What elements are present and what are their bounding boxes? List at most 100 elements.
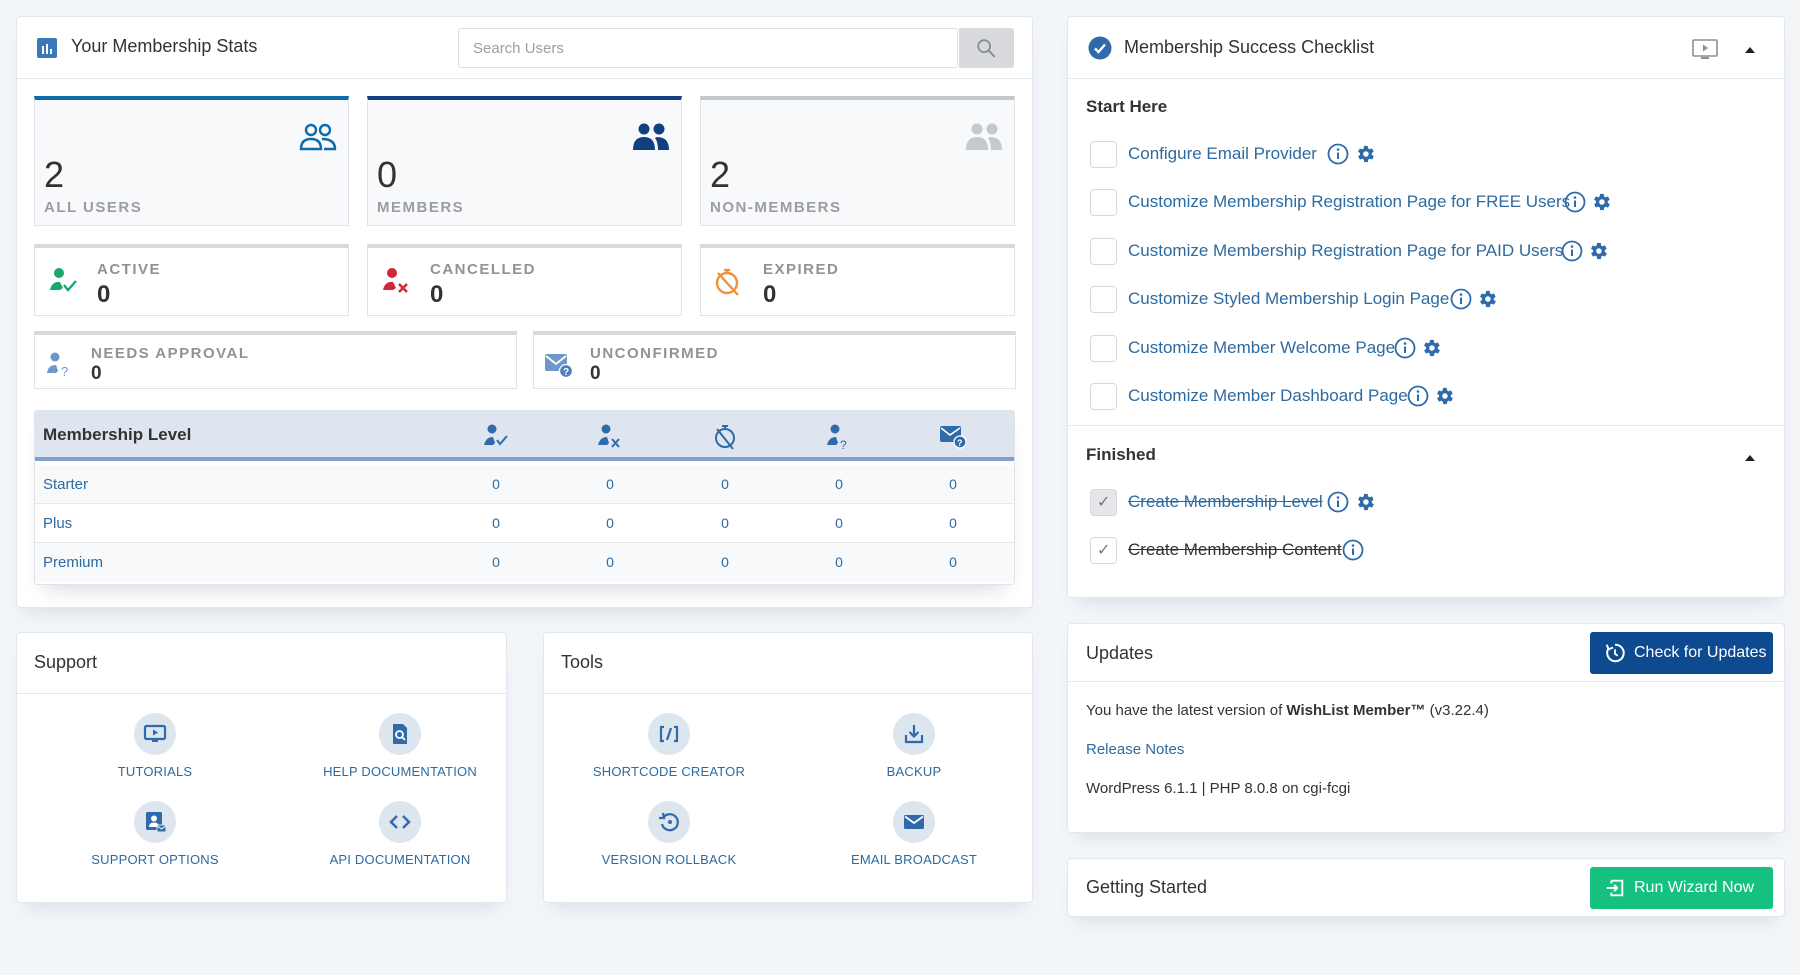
checklist-item-link[interactable]: Customize Member Welcome Page: [1128, 338, 1395, 358]
shortcode-creator-link[interactable]: SHORTCODE CREATOR: [549, 713, 789, 793]
finished-collapse-caret-icon[interactable]: [1744, 454, 1756, 462]
release-notes-link[interactable]: Release Notes: [1086, 741, 1184, 758]
needs-approval-count: 0: [91, 363, 102, 384]
level-name-link[interactable]: Starter: [43, 476, 88, 493]
support-options-link[interactable]: SUPPORT OPTIONS: [35, 801, 275, 881]
active-count: 0: [97, 281, 111, 308]
gear-icon[interactable]: [1433, 385, 1455, 407]
level-name-link[interactable]: Premium: [43, 554, 103, 571]
tools-title: Tools: [561, 652, 604, 672]
gear-icon[interactable]: [1587, 240, 1609, 262]
members-label: MEMBERS: [377, 199, 465, 216]
stopwatch-slash-icon: [715, 268, 739, 296]
expired-count-cell[interactable]: 0: [715, 515, 735, 531]
checklist-checkbox-checked[interactable]: ✓: [1090, 537, 1117, 564]
run-wizard-button[interactable]: Run Wizard Now: [1590, 867, 1773, 909]
help-documentation-link[interactable]: HELP DOCUMENTATION: [280, 713, 520, 793]
checklist-item-link[interactable]: Customize Member Dashboard Page: [1128, 386, 1408, 406]
needs-approval-count-cell[interactable]: 0: [829, 554, 849, 570]
info-icon[interactable]: [1407, 385, 1429, 407]
active-label: ACTIVE: [97, 261, 162, 278]
checklist-checkbox[interactable]: [1090, 189, 1117, 216]
svg-text:?: ?: [563, 367, 569, 378]
needs-approval-count-cell[interactable]: 0: [829, 515, 849, 531]
checklist-checkbox[interactable]: [1090, 383, 1117, 410]
checklist-checkbox-checked[interactable]: ✓: [1090, 489, 1117, 516]
api-documentation-link[interactable]: API DOCUMENTATION: [280, 801, 520, 881]
non-members-count: 2: [710, 154, 731, 195]
tools-header: Tools: [544, 633, 1032, 694]
checklist-item-link[interactable]: Configure Email Provider: [1128, 144, 1317, 164]
non-members-card[interactable]: 2 NON-MEMBERS: [700, 96, 1015, 226]
checklist-item-link[interactable]: Customize Styled Membership Login Page: [1128, 289, 1449, 309]
members-card[interactable]: 0 MEMBERS: [367, 96, 682, 226]
info-icon[interactable]: [1327, 491, 1349, 513]
info-icon[interactable]: [1327, 143, 1349, 165]
version-rollback-link[interactable]: VERSION ROLLBACK: [549, 801, 789, 881]
active-count-cell[interactable]: 0: [486, 515, 506, 531]
expired-count-cell[interactable]: 0: [715, 554, 735, 570]
unconfirmed-count-cell[interactable]: 0: [943, 554, 963, 570]
cancelled-count-cell[interactable]: 0: [600, 476, 620, 492]
checklist-title: Membership Success Checklist: [1124, 37, 1375, 57]
shortcode-creator-label: SHORTCODE CREATOR: [592, 764, 746, 779]
needs-approval-card[interactable]: ? NEEDS APPROVAL 0: [34, 331, 517, 389]
active-count-cell[interactable]: 0: [486, 476, 506, 492]
check-for-updates-button[interactable]: Check for Updates: [1590, 632, 1773, 674]
collapse-caret-icon[interactable]: [1744, 46, 1756, 54]
checklist-checkbox[interactable]: [1090, 141, 1117, 168]
checklist-item-link[interactable]: Customize Membership Registration Page f…: [1128, 241, 1563, 261]
code-brackets-icon: [389, 815, 411, 829]
user-x-icon: [598, 424, 620, 448]
checklist-item-link[interactable]: Create Membership Level: [1128, 492, 1323, 512]
membership-level-table: Membership Level ? ? Starter 0 0 0 0 0 P…: [34, 410, 1015, 585]
tutorials-link[interactable]: TUTORIALS: [35, 713, 275, 793]
unconfirmed-count-cell[interactable]: 0: [943, 476, 963, 492]
bar-chart-icon: [37, 38, 57, 58]
checklist-checkbox[interactable]: [1090, 286, 1117, 313]
svg-text:?: ?: [957, 438, 963, 448]
unconfirmed-card[interactable]: ? UNCONFIRMED 0: [533, 331, 1016, 389]
info-icon[interactable]: [1561, 240, 1583, 262]
gear-icon[interactable]: [1590, 191, 1612, 213]
cancelled-card[interactable]: CANCELLED 0: [367, 244, 682, 316]
search-users-input[interactable]: [458, 28, 958, 68]
gear-icon[interactable]: [1354, 491, 1376, 513]
active-count-cell[interactable]: 0: [486, 554, 506, 570]
backup-label: BACKUP: [886, 764, 942, 779]
expired-card[interactable]: EXPIRED 0: [700, 244, 1015, 316]
shortcode-icon: [659, 725, 679, 743]
support-header: Support: [17, 633, 506, 694]
email-broadcast-link[interactable]: EMAIL BROADCAST: [794, 801, 1034, 881]
unconfirmed-count-cell[interactable]: 0: [943, 515, 963, 531]
checklist-checkbox[interactable]: [1090, 335, 1117, 362]
all-users-card[interactable]: 2 ALL USERS: [34, 96, 349, 226]
info-icon[interactable]: [1564, 191, 1586, 213]
info-icon[interactable]: [1450, 288, 1472, 310]
check-circle-icon: [1088, 36, 1112, 60]
needs-approval-count-cell[interactable]: 0: [829, 476, 849, 492]
active-card[interactable]: ACTIVE 0: [34, 244, 349, 316]
info-icon[interactable]: [1394, 337, 1416, 359]
expired-count-cell[interactable]: 0: [715, 476, 735, 492]
checklist-item-link[interactable]: Customize Membership Registration Page f…: [1128, 192, 1570, 212]
cancelled-count-cell[interactable]: 0: [600, 554, 620, 570]
search-button[interactable]: [959, 28, 1014, 68]
download-icon: [904, 725, 924, 744]
table-row: Plus 0 0 0 0 0: [35, 504, 1014, 543]
gear-icon[interactable]: [1354, 143, 1376, 165]
info-icon[interactable]: [1342, 539, 1364, 561]
version-number: (v3.22.4): [1425, 702, 1489, 719]
backup-link[interactable]: BACKUP: [794, 713, 1034, 793]
expired-label: EXPIRED: [763, 261, 840, 278]
cancelled-label: CANCELLED: [430, 261, 536, 278]
version-rollback-label: VERSION ROLLBACK: [601, 852, 737, 867]
checklist-checkbox[interactable]: [1090, 238, 1117, 265]
gear-icon[interactable]: [1476, 288, 1498, 310]
video-tutorial-icon[interactable]: [1692, 39, 1718, 61]
user-x-icon: [383, 268, 408, 293]
gear-icon[interactable]: [1420, 337, 1442, 359]
cancelled-count-cell[interactable]: 0: [600, 515, 620, 531]
level-name-link[interactable]: Plus: [43, 515, 72, 532]
checklist-item-label[interactable]: Create Membership Content: [1128, 540, 1342, 560]
